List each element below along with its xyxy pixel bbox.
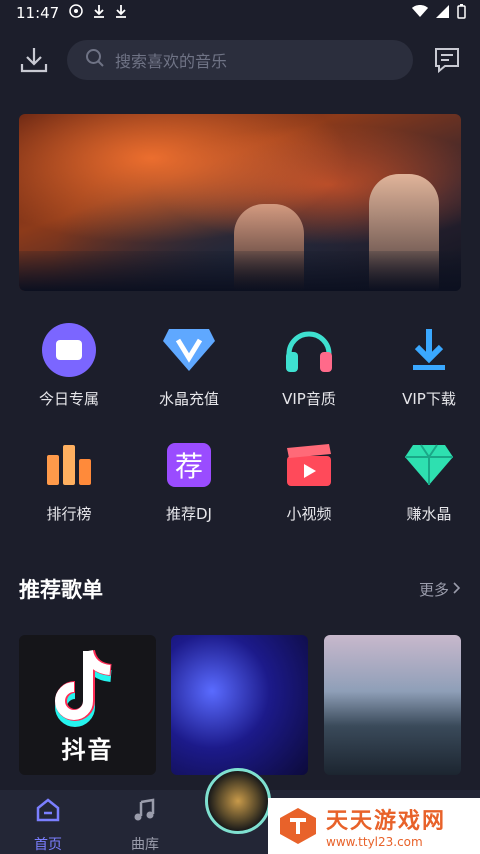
svg-text:荐: 荐 xyxy=(175,450,203,483)
playlist-card-2[interactable] xyxy=(171,635,308,775)
card-title: 抖音 xyxy=(61,736,114,764)
download-notification-icon-2 xyxy=(115,4,127,22)
tab-label: 首页 xyxy=(34,837,62,853)
wifi-icon xyxy=(412,4,428,22)
banner-dj-deck xyxy=(19,251,461,291)
status-bar: 11:47 xyxy=(0,0,480,26)
tab-home[interactable]: 首页 xyxy=(18,798,78,854)
grid-label: 水晶充值 xyxy=(158,390,219,408)
download-arrow-icon xyxy=(399,320,459,380)
headphones-icon xyxy=(279,320,339,380)
more-link[interactable]: 更多 xyxy=(419,579,461,600)
grid-label: 赚水晶 xyxy=(406,505,452,523)
search-placeholder: 搜索喜欢的音乐 xyxy=(115,52,228,71)
search-icon xyxy=(85,48,105,72)
feature-grid: 今日专属 水晶充值 VIP音质 VIP下载 排行榜 荐 推荐DJ 小视频 赚水晶 xyxy=(0,320,480,550)
chevron-right-icon xyxy=(453,580,461,598)
tab-label: 曲库 xyxy=(131,837,159,853)
more-label: 更多 xyxy=(418,580,449,599)
watermark-url: www.ttyl23.com xyxy=(326,835,423,849)
recommend-icon: 荐 xyxy=(159,435,219,495)
grid-item-today[interactable]: 今日专属 xyxy=(18,320,120,435)
section-title: 推荐歌单 xyxy=(19,578,103,602)
home-icon xyxy=(35,798,61,826)
playlist-cards: 抖音 xyxy=(19,635,461,775)
grid-item-crystal-recharge[interactable]: 水晶充值 xyxy=(138,320,240,435)
playlist-card-douyin[interactable]: 抖音 xyxy=(19,635,156,775)
download-notification-icon xyxy=(93,4,105,22)
top-bar: 搜索喜欢的音乐 xyxy=(0,38,480,82)
bar-chart-icon xyxy=(39,435,99,495)
promo-banner[interactable] xyxy=(19,114,461,291)
playlist-section-header: 推荐歌单 更多 xyxy=(19,572,461,606)
playlist-card-3[interactable] xyxy=(324,635,461,775)
grid-label: 小视频 xyxy=(286,505,332,523)
download-icon[interactable] xyxy=(18,44,50,76)
grid-item-earn-crystal[interactable]: 赚水晶 xyxy=(378,435,480,550)
battery-icon xyxy=(457,3,466,23)
search-input[interactable]: 搜索喜欢的音乐 xyxy=(67,40,413,80)
grid-label: 排行榜 xyxy=(46,505,92,523)
tab-library[interactable]: 曲库 xyxy=(115,798,175,854)
music-notification-icon xyxy=(69,4,83,22)
status-time: 11:47 xyxy=(16,4,60,22)
grid-item-vip-quality[interactable]: VIP音质 xyxy=(258,320,360,435)
grid-label: VIP下载 xyxy=(402,390,456,408)
calendar-icon xyxy=(39,320,99,380)
diamond-icon xyxy=(399,435,459,495)
message-icon[interactable] xyxy=(432,45,462,75)
watermark-title: 天天游戏网 xyxy=(326,809,447,834)
grid-item-charts[interactable]: 排行榜 xyxy=(18,435,120,550)
watermark: 天天游戏网 www.ttyl23.com xyxy=(268,798,480,854)
grid-label: 推荐DJ xyxy=(166,505,212,523)
signal-icon xyxy=(436,4,449,22)
video-clapper-icon xyxy=(279,435,339,495)
tiktok-logo-icon xyxy=(55,649,112,727)
grid-label: 今日专属 xyxy=(38,390,99,408)
grid-item-short-video[interactable]: 小视频 xyxy=(258,435,360,550)
grid-label: VIP音质 xyxy=(282,390,336,408)
music-note-icon xyxy=(133,798,157,826)
now-playing-disc[interactable] xyxy=(205,768,271,834)
grid-item-vip-download[interactable]: VIP下载 xyxy=(378,320,480,435)
watermark-logo-icon xyxy=(278,806,318,846)
crystal-v-icon xyxy=(159,320,219,380)
grid-item-recommend-dj[interactable]: 荐 推荐DJ xyxy=(138,435,240,550)
